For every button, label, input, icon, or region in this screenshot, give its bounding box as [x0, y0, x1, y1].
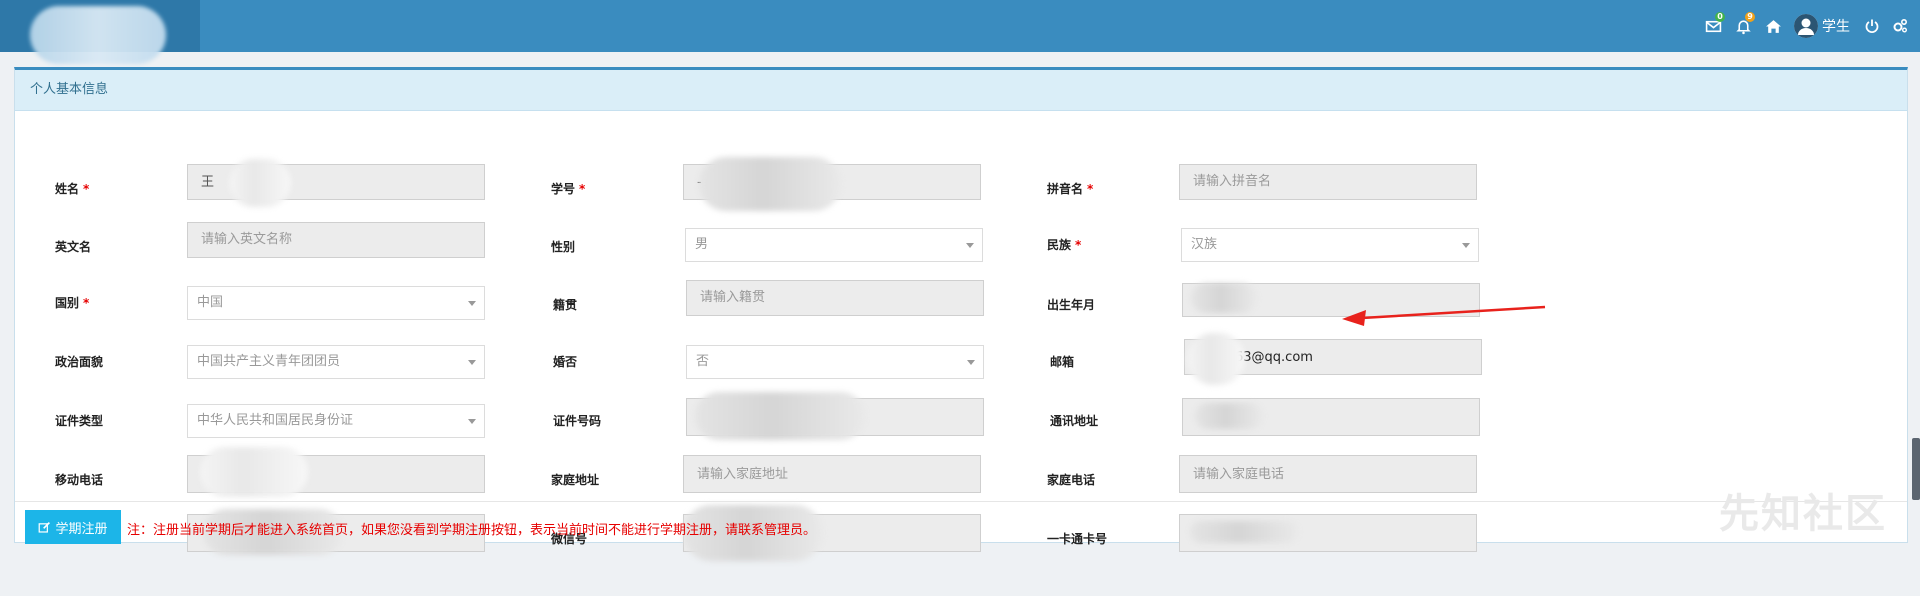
address-label: 通讯地址	[1050, 414, 1099, 428]
home-address-label: 家庭地址	[551, 473, 600, 487]
user-name[interactable]: 学生	[1822, 16, 1850, 36]
mobile-label: 移动电话	[55, 473, 104, 487]
name-label: 姓名 *	[55, 182, 90, 196]
avatar[interactable]	[1794, 14, 1818, 38]
gender-select[interactable]: 男	[685, 228, 983, 262]
logout-button[interactable]	[1858, 0, 1886, 52]
chevron-down-icon	[468, 419, 476, 424]
birth-label: 出生年月	[1047, 298, 1096, 312]
english-name-field[interactable]	[187, 222, 485, 258]
native-place-label: 籍贯	[553, 298, 578, 312]
chevron-down-icon	[1462, 243, 1470, 248]
native-place-field[interactable]	[686, 280, 984, 316]
semester-register-button[interactable]: 学期注册	[25, 510, 121, 544]
register-note: 注：注册当前学期后才能进入系统首页，如果您没看到学期注册按钮，表示当前时间不能进…	[127, 523, 817, 538]
email-label: 邮箱	[1050, 355, 1075, 369]
student-id-label: 学号 *	[551, 182, 586, 196]
annotation-arrow	[1342, 305, 1546, 326]
redaction-mask	[1195, 403, 1263, 429]
chevron-down-icon	[468, 360, 476, 365]
register-button-label: 学期注册	[55, 521, 108, 537]
id-number-label: 证件号码	[553, 414, 602, 428]
top-navbar: 0 9 学生	[0, 0, 1920, 64]
logo-blurred	[30, 6, 166, 64]
chevron-down-icon	[468, 301, 476, 306]
register-bar: 学期注册 注：注册当前学期后才能进入系统首页，如果您没看到学期注册按钮，表示当前…	[15, 491, 1907, 544]
mail-badge: 0	[1715, 12, 1725, 22]
power-icon	[1865, 19, 1879, 33]
page-scrollbar[interactable]	[1912, 438, 1920, 500]
logo-area[interactable]	[0, 0, 200, 64]
mail-button[interactable]: 0	[1698, 0, 1728, 52]
pinyin-label: 拼音名 *	[1047, 182, 1094, 196]
panel-title: 个人基本信息	[15, 70, 1907, 111]
redaction-mask	[695, 392, 865, 440]
chevron-down-icon	[967, 360, 975, 365]
redaction-mask	[200, 447, 308, 497]
ethnicity-select[interactable]: 汉族	[1181, 228, 1479, 262]
home-icon	[1765, 19, 1781, 33]
chevron-down-icon	[966, 243, 974, 248]
married-label: 婚否	[553, 355, 578, 369]
watermark: 先知社区	[1719, 491, 1887, 537]
edit-icon	[39, 521, 51, 533]
id-type-label: 证件类型	[55, 414, 104, 428]
notification-button[interactable]: 9	[1728, 0, 1758, 52]
bell-badge: 9	[1745, 12, 1755, 22]
political-select[interactable]: 中国共产主义青年团团员	[187, 345, 485, 379]
ethnicity-label: 民族 *	[1047, 238, 1082, 252]
gender-label: 性别	[551, 240, 576, 254]
settings-icon	[1893, 18, 1908, 33]
user-avatar-icon	[1794, 14, 1818, 38]
basic-info-panel: 个人基本信息 姓名* 王 学号* - 拼音名* 英文名 性别 男 民族* 汉族 …	[14, 67, 1908, 561]
home-phone-field[interactable]	[1179, 455, 1477, 493]
top-icons: 0 9 学生	[1698, 0, 1920, 52]
id-type-select[interactable]: 中华人民共和国居民身份证	[187, 404, 485, 438]
pinyin-field[interactable]	[1179, 164, 1477, 200]
married-select[interactable]: 否	[686, 345, 984, 379]
redaction-mask	[699, 157, 841, 211]
home-address-field[interactable]	[683, 455, 981, 493]
political-label: 政治面貌	[55, 355, 104, 369]
home-phone-label: 家庭电话	[1047, 473, 1096, 487]
redaction-mask	[229, 159, 291, 207]
settings-button[interactable]	[1886, 0, 1914, 52]
nationality-label: 国别 *	[55, 296, 90, 310]
redaction-mask	[1191, 283, 1257, 313]
redaction-mask	[1187, 333, 1245, 385]
english-name-label: 英文名	[55, 240, 92, 254]
home-button[interactable]	[1758, 0, 1788, 52]
nationality-select[interactable]: 中国	[187, 286, 485, 320]
